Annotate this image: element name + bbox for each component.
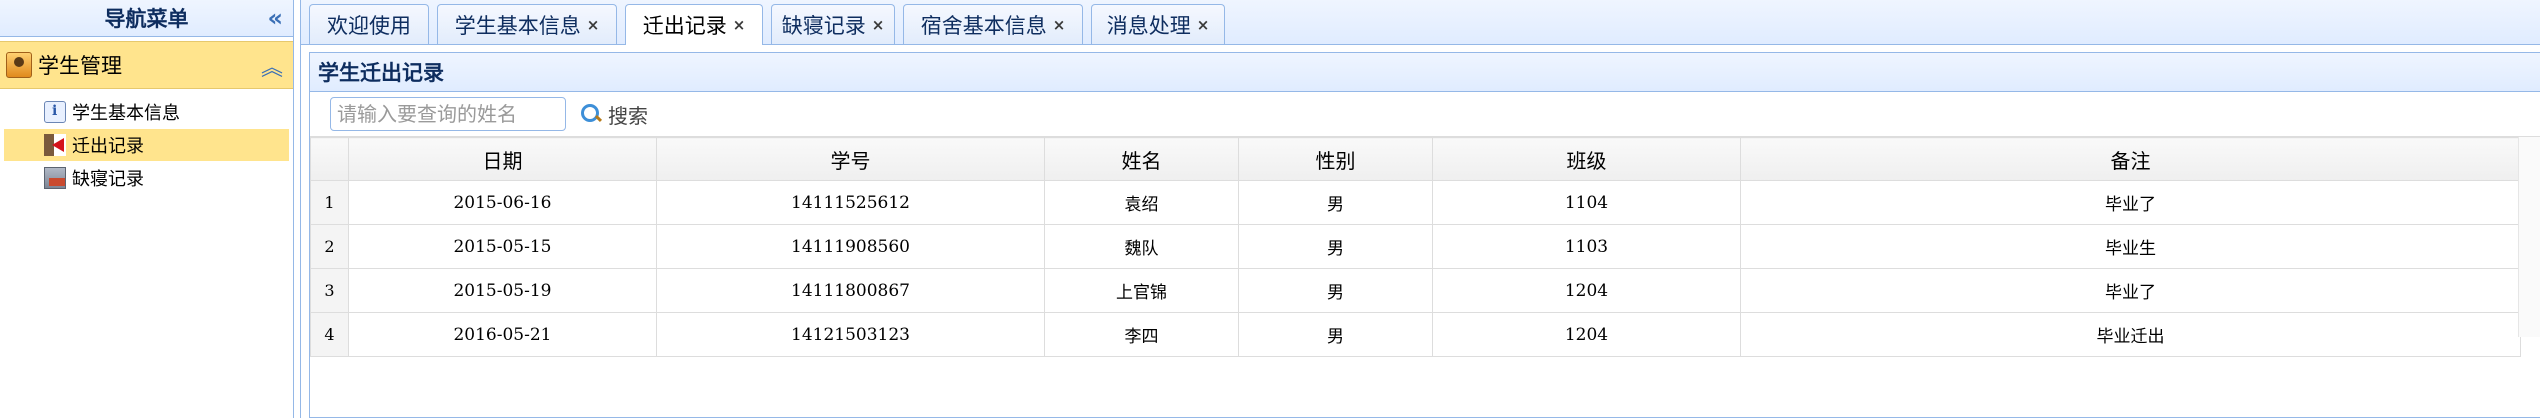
tree-item-label: 迁出记录 bbox=[72, 136, 144, 157]
row-number: 4 bbox=[310, 312, 349, 357]
cell-class: 1204 bbox=[1432, 268, 1741, 313]
collapse-left-icon[interactable]: « bbox=[267, 4, 283, 32]
tab-absence-records[interactable]: 缺寝记录 × bbox=[771, 4, 895, 44]
cell-gender: 男 bbox=[1238, 312, 1433, 357]
tab-student-info[interactable]: 学生基本信息 × bbox=[437, 4, 617, 44]
tab-label: 缺寝记录 bbox=[781, 13, 866, 38]
absence-icon bbox=[44, 167, 66, 189]
tab-dorm-info[interactable]: 宿舍基本信息 × bbox=[903, 4, 1083, 44]
close-icon[interactable]: × bbox=[1197, 16, 1210, 34]
tab-move-out-records[interactable]: 迁出记录 × bbox=[625, 4, 763, 45]
cell-name: 李四 bbox=[1044, 312, 1239, 357]
search-input[interactable] bbox=[330, 97, 566, 131]
row-number: 3 bbox=[310, 268, 349, 313]
info-icon bbox=[44, 101, 66, 123]
close-icon[interactable]: × bbox=[872, 16, 885, 34]
cell-student-id: 14111800867 bbox=[656, 268, 1045, 313]
cell-date: 2015-05-15 bbox=[348, 224, 657, 269]
tab-bar: 欢迎使用 学生基本信息 × 迁出记录 × 缺寝记录 × 宿舍基本信息 × 消息处… bbox=[301, 0, 2540, 45]
search-button[interactable]: 搜索 bbox=[580, 100, 648, 129]
cell-student-id: 14121503123 bbox=[656, 312, 1045, 357]
table-row[interactable]: 3 2015-05-19 14111800867 上官锦 男 1204 毕业了 bbox=[310, 268, 2521, 313]
search-button-label: 搜索 bbox=[608, 103, 648, 128]
cell-class: 1104 bbox=[1432, 180, 1741, 225]
tab-label: 宿舍基本信息 bbox=[920, 13, 1047, 38]
cell-class: 1103 bbox=[1432, 224, 1741, 269]
table-header-row: 日期 学号 姓名 性别 班级 备注 bbox=[310, 137, 2521, 181]
tab-label: 迁出记录 bbox=[642, 14, 727, 38]
tree-item-label: 学生基本信息 bbox=[72, 103, 180, 124]
cell-date: 2016-05-21 bbox=[348, 312, 657, 357]
tree-item-absence-records[interactable]: 缺寝记录 bbox=[4, 162, 289, 194]
cell-remark: 毕业生 bbox=[1740, 224, 2521, 269]
search-toolbar: 搜索 bbox=[310, 92, 2540, 137]
nav-header: 导航菜单 « bbox=[0, 0, 293, 37]
column-header-gender[interactable]: 性别 bbox=[1238, 137, 1433, 181]
column-header-remark[interactable]: 备注 bbox=[1740, 137, 2521, 181]
tree-item-student-info[interactable]: 学生基本信息 bbox=[4, 96, 289, 128]
main-content: 欢迎使用 学生基本信息 × 迁出记录 × 缺寝记录 × 宿舍基本信息 × 消息处… bbox=[300, 0, 2540, 418]
cell-name: 上官锦 bbox=[1044, 268, 1239, 313]
tab-welcome[interactable]: 欢迎使用 bbox=[309, 4, 429, 44]
column-header-student-id[interactable]: 学号 bbox=[656, 137, 1045, 181]
cell-gender: 男 bbox=[1238, 180, 1433, 225]
nav-tree: 学生基本信息 迁出记录 缺寝记录 bbox=[0, 89, 293, 194]
column-header-name[interactable]: 姓名 bbox=[1044, 137, 1239, 181]
grid-scroll-area bbox=[2518, 137, 2540, 337]
nav-title: 导航菜单 bbox=[104, 7, 189, 31]
cell-remark: 毕业了 bbox=[1740, 180, 2521, 225]
tab-label: 欢迎使用 bbox=[327, 13, 411, 38]
nav-panel-header-student-management[interactable]: 学生管理 ︽ bbox=[0, 41, 293, 89]
cell-gender: 男 bbox=[1238, 268, 1433, 313]
row-number: 2 bbox=[310, 224, 349, 269]
cell-remark: 毕业了 bbox=[1740, 268, 2521, 313]
table-row[interactable]: 2 2015-05-15 14111908560 魏队 男 1103 毕业生 bbox=[310, 224, 2521, 269]
row-number: 1 bbox=[310, 180, 349, 225]
panel-title: 学生迁出记录 bbox=[310, 53, 2540, 92]
cell-remark: 毕业迁出 bbox=[1740, 312, 2521, 357]
cell-date: 2015-06-16 bbox=[348, 180, 657, 225]
column-header-class[interactable]: 班级 bbox=[1432, 137, 1741, 181]
nav-panel-title: 学生管理 bbox=[38, 54, 122, 78]
close-icon[interactable]: × bbox=[1053, 16, 1066, 34]
table-row[interactable]: 4 2016-05-21 14121503123 李四 男 1204 毕业迁出 bbox=[310, 312, 2521, 357]
tab-message-handling[interactable]: 消息处理 × bbox=[1091, 4, 1225, 44]
cell-class: 1204 bbox=[1432, 312, 1741, 357]
student-management-icon bbox=[6, 52, 32, 78]
tree-item-move-out-records[interactable]: 迁出记录 bbox=[4, 129, 289, 161]
search-icon bbox=[580, 103, 602, 125]
table-row[interactable]: 1 2015-06-16 14111525612 袁绍 男 1104 毕业了 bbox=[310, 180, 2521, 225]
close-icon[interactable]: × bbox=[587, 16, 600, 34]
move-out-icon bbox=[44, 134, 66, 156]
navigation-sidebar: 导航菜单 « 学生管理 ︽ 学生基本信息 迁出记录 缺寝记录 bbox=[0, 0, 294, 418]
column-header-date[interactable]: 日期 bbox=[348, 137, 657, 181]
row-number-header bbox=[310, 137, 349, 181]
cell-name: 袁绍 bbox=[1044, 180, 1239, 225]
cell-date: 2015-05-19 bbox=[348, 268, 657, 313]
cell-student-id: 14111908560 bbox=[656, 224, 1045, 269]
cell-name: 魏队 bbox=[1044, 224, 1239, 269]
tab-label: 消息处理 bbox=[1106, 13, 1191, 38]
cell-gender: 男 bbox=[1238, 224, 1433, 269]
records-panel: 学生迁出记录 搜索 日期 学号 姓名 性别 班级 备注 bbox=[309, 52, 2540, 418]
tab-label: 学生基本信息 bbox=[454, 13, 581, 38]
panel-collapse-up-icon[interactable]: ︽ bbox=[261, 50, 283, 82]
records-table: 日期 学号 姓名 性别 班级 备注 1 2015-06-16 141115256… bbox=[310, 137, 2521, 357]
tree-item-label: 缺寝记录 bbox=[72, 169, 144, 190]
close-icon[interactable]: × bbox=[733, 16, 746, 34]
cell-student-id: 14111525612 bbox=[656, 180, 1045, 225]
